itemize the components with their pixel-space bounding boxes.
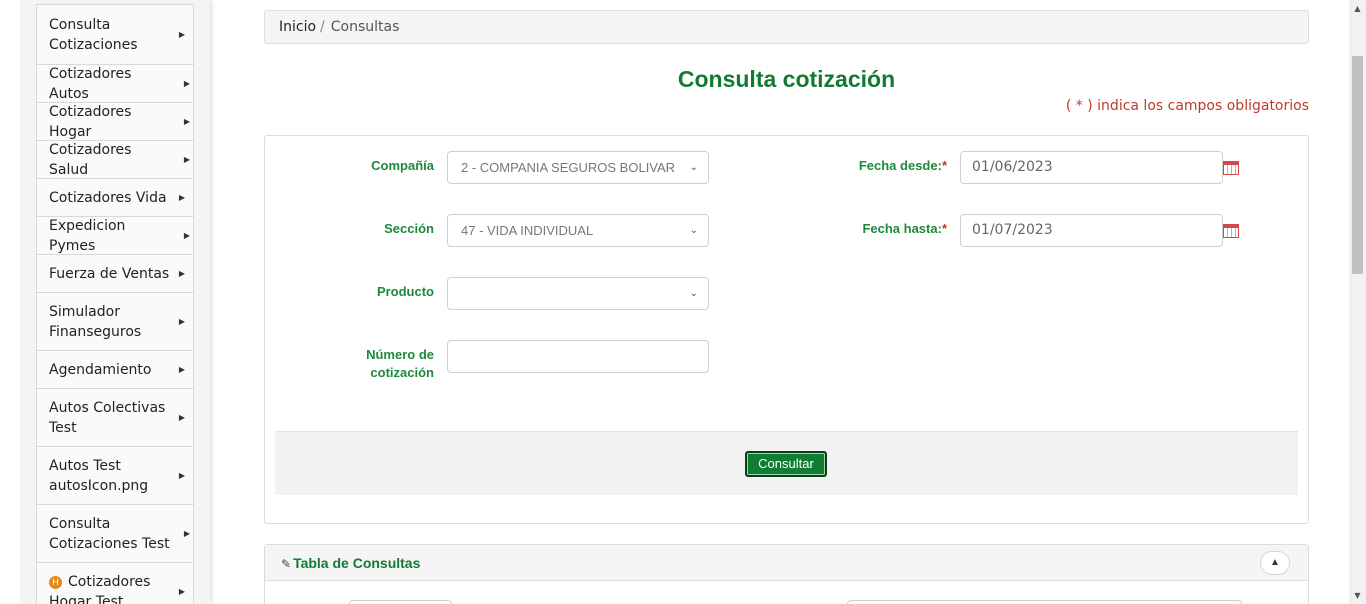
sidebar-item-label: Autos Colectivas Test <box>49 399 166 436</box>
caret-right-icon: ▶ <box>178 316 185 326</box>
sidebar-item-label: Fuerza de Ventas <box>49 265 170 282</box>
caret-right-icon: ▶ <box>178 364 185 374</box>
chevron-down-icon: ⌄ <box>689 288 698 299</box>
sidebar-item-cotizadores-vida[interactable]: Cotizadores Vida ▶ <box>36 178 194 216</box>
table-search-input[interactable] <box>847 600 1242 604</box>
fecha-hasta-input[interactable]: 01/07/2023 <box>960 214 1223 247</box>
required-asterisk: * <box>941 158 947 173</box>
sidebar-item-label: Expedicion Pymes <box>49 217 126 254</box>
table-length-select[interactable] <box>349 600 452 604</box>
caret-right-icon: ▶ <box>183 154 190 164</box>
scroll-down-icon[interactable]: ▼ <box>1349 587 1366 604</box>
sidebar-item-autos-test[interactable]: Autos Test autosIcon.png ▶ <box>36 446 194 504</box>
caret-right-icon: ▶ <box>178 412 185 422</box>
required-fields-note: ( * ) indica los campos obligatorios <box>1065 98 1309 114</box>
table-panel-header: ✎ Tabla de Consultas ▲ <box>265 545 1308 581</box>
sidebar-item-simulador-finanseguros[interactable]: Simulador Finanseguros ▶ <box>36 292 194 350</box>
calendar-icon[interactable] <box>1223 161 1239 175</box>
breadcrumb: Inicio / Consultas <box>264 10 1309 44</box>
sidebar-item-label-wrap: H Cotizadores Hogar Test <box>49 572 167 604</box>
hogar-badge-icon: H <box>49 575 62 589</box>
sidebar-item-cotizadores-hogar[interactable]: Cotizadores Hogar ▶ <box>36 102 194 140</box>
compania-select[interactable]: 2 - COMPANIA SEGUROS BOLIVAR ⌄ <box>447 151 709 184</box>
page-scrollbar[interactable]: ▲ ▼ <box>1349 0 1366 604</box>
sidebar-item-cotizadores-autos[interactable]: Cotizadores Autos ▶ <box>36 64 194 102</box>
caret-right-icon: ▶ <box>178 192 185 202</box>
sidebar-item-cotizadores-salud[interactable]: Cotizadores Salud ▶ <box>36 140 194 178</box>
caret-right-icon: ▶ <box>183 116 190 126</box>
numero-cotizacion-label-line1: Número de <box>366 347 434 362</box>
producto-select[interactable]: ⌄ <box>447 277 709 310</box>
breadcrumb-home-link[interactable]: Inicio <box>279 19 316 35</box>
sidebar-item-label: Consulta Cotizaciones <box>49 16 138 53</box>
producto-label: Producto <box>376 284 434 299</box>
fecha-desde-label: Fecha desde:* <box>825 158 947 173</box>
chevron-up-icon: ▲ <box>1270 557 1280 568</box>
sidebar-item-label: Agendamiento <box>49 361 152 378</box>
consultar-button[interactable]: Consultar <box>745 451 827 477</box>
chevron-down-icon: ⌄ <box>689 225 698 236</box>
form-action-bar: Consultar <box>275 431 1298 495</box>
fecha-hasta-label-text: Fecha hasta: <box>862 221 942 236</box>
compania-label: Compañía <box>371 158 434 173</box>
caret-right-icon: ▶ <box>178 268 185 278</box>
numero-cotizacion-label: Número de cotización <box>325 346 434 382</box>
fecha-desde-input[interactable]: 01/06/2023 <box>960 151 1223 184</box>
numero-cotizacion-input[interactable] <box>447 340 709 373</box>
edit-icon: ✎ <box>281 557 292 571</box>
seccion-select[interactable]: 47 - VIDA INDIVIDUAL ⌄ <box>447 214 709 247</box>
sidebar-item-consulta-cotizaciones-test[interactable]: Consulta Cotizaciones Test ▶ <box>36 504 194 562</box>
sidebar-item-consulta-cotizaciones[interactable]: Consulta Cotizaciones ▶ <box>36 4 194 64</box>
sidebar-item-agendamiento[interactable]: Agendamiento ▶ <box>36 350 194 388</box>
sidebar-item-label: Cotizadores Autos <box>49 65 132 102</box>
sidebar-item-label: Cotizadores Hogar Test <box>49 574 151 604</box>
caret-right-icon: ▶ <box>178 470 185 480</box>
sidebar-item-label: Autos Test autosIcon.png <box>49 457 149 494</box>
search-form-panel: Compañía 2 - COMPANIA SEGUROS BOLIVAR ⌄ … <box>264 135 1309 524</box>
sidebar-item-label: Consulta Cotizaciones Test <box>49 515 170 552</box>
fecha-desde-label-text: Fecha desde: <box>858 158 942 173</box>
sidebar-item-label: Cotizadores Salud <box>49 141 132 178</box>
table-panel-title: Tabla de Consultas <box>293 555 421 571</box>
collapse-button[interactable]: ▲ <box>1260 551 1290 575</box>
sidebar-item-label: Simulador Finanseguros <box>49 303 142 340</box>
sidebar-item-label: Cotizadores Vida <box>49 189 167 206</box>
results-table-panel: ✎ Tabla de Consultas ▲ <box>264 544 1309 604</box>
fecha-hasta-label: Fecha hasta:* <box>825 221 947 236</box>
calendar-icon[interactable] <box>1223 224 1239 238</box>
compania-select-value: 2 - COMPANIA SEGUROS BOLIVAR <box>461 160 676 175</box>
seccion-label: Sección <box>384 221 434 236</box>
seccion-select-value: 47 - VIDA INDIVIDUAL <box>461 223 594 238</box>
breadcrumb-separator: / <box>320 19 325 35</box>
scrollbar-thumb[interactable] <box>1352 56 1363 274</box>
caret-right-icon: ▶ <box>183 78 190 88</box>
breadcrumb-current: Consultas <box>330 19 400 35</box>
sidebar-item-autos-colectivas-test[interactable]: Autos Colectivas Test ▶ <box>36 388 194 446</box>
sidebar-item-label: Cotizadores Hogar <box>49 103 132 140</box>
chevron-down-icon: ⌄ <box>689 162 698 173</box>
caret-right-icon: ▶ <box>178 29 185 39</box>
caret-right-icon: ▶ <box>183 528 190 538</box>
sidebar-item-expedicion-pymes[interactable]: Expedicion Pymes ▶ <box>36 216 194 254</box>
sidebar-item-cotizadores-hogar-test[interactable]: H Cotizadores Hogar Test ▶ <box>36 562 194 604</box>
sidebar-item-fuerza-de-ventas[interactable]: Fuerza de Ventas ▶ <box>36 254 194 292</box>
caret-right-icon: ▶ <box>183 230 190 240</box>
caret-right-icon: ▶ <box>178 586 185 596</box>
sidebar-menu: Consulta Cotizaciones ▶ Cotizadores Auto… <box>36 0 194 604</box>
scroll-up-icon[interactable]: ▲ <box>1349 0 1366 17</box>
page-title: Consulta cotización <box>677 66 896 92</box>
required-asterisk: * <box>941 221 947 236</box>
numero-cotizacion-label-line2: cotización <box>370 365 434 380</box>
